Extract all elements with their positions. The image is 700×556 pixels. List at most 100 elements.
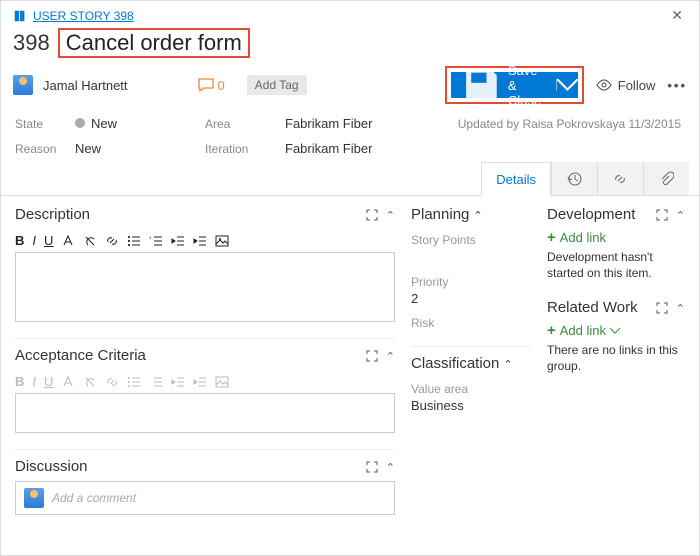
save-highlight: Save & Close <box>445 66 584 104</box>
collapse-icon[interactable] <box>386 349 395 363</box>
value-area-label: Value area <box>411 382 531 396</box>
collapse-icon[interactable] <box>676 208 685 222</box>
title-highlight: Cancel order form <box>58 28 250 58</box>
development-add-link[interactable]: + Add link <box>547 229 685 246</box>
expand-icon[interactable] <box>366 209 378 221</box>
bold-button[interactable]: B <box>15 374 24 389</box>
save-and-close-button[interactable]: Save & Close <box>451 72 578 98</box>
comment-icon <box>198 78 214 92</box>
font-color-icon[interactable] <box>61 375 75 389</box>
planning-heading[interactable]: Planning <box>411 206 531 223</box>
comments-button[interactable]: 0 <box>198 78 225 93</box>
collapse-icon[interactable] <box>676 301 685 315</box>
expand-icon[interactable] <box>366 461 378 473</box>
tab-attachments[interactable] <box>643 162 689 195</box>
attachment-icon <box>658 171 674 187</box>
underline-button[interactable]: U <box>44 233 53 248</box>
value-area-value[interactable]: Business <box>411 398 531 413</box>
outdent-icon[interactable] <box>171 375 185 389</box>
priority-label: Priority <box>411 275 531 289</box>
indent-icon[interactable] <box>193 234 207 248</box>
development-empty-text: Development hasn't started on this item. <box>547 250 685 281</box>
breadcrumb-link[interactable]: USER STORY 398 <box>33 9 134 23</box>
collapse-icon[interactable] <box>386 460 395 474</box>
description-toolbar[interactable]: B I U 1 <box>15 229 395 252</box>
save-dropdown[interactable] <box>556 79 578 92</box>
updated-by-text: Updated by Raisa Pokrovskaya 11/3/2015 <box>435 117 685 131</box>
number-list-icon[interactable] <box>149 375 163 389</box>
expand-icon[interactable] <box>656 209 668 221</box>
avatar[interactable] <box>13 75 33 95</box>
number-list-icon[interactable]: 1 <box>149 234 163 248</box>
tab-bar: Details <box>1 162 699 196</box>
state-label: State <box>15 117 75 131</box>
eye-icon <box>596 79 612 91</box>
clear-format-icon[interactable] <box>83 234 97 248</box>
font-color-icon[interactable] <box>61 234 75 248</box>
expand-icon[interactable] <box>366 350 378 362</box>
area-value[interactable]: Fabrikam Fiber <box>285 116 435 131</box>
related-work-heading: Related Work <box>547 299 638 316</box>
plus-icon: + <box>547 229 556 246</box>
svg-text:1: 1 <box>149 235 152 240</box>
story-points-label: Story Points <box>411 233 531 247</box>
reason-value[interactable]: New <box>75 141 205 156</box>
tab-history[interactable] <box>551 162 597 195</box>
development-heading: Development <box>547 206 635 223</box>
iteration-value[interactable]: Fabrikam Fiber <box>285 141 435 156</box>
workitem-id: 398 <box>13 30 50 56</box>
save-icon <box>461 65 502 106</box>
plus-icon: + <box>547 322 556 339</box>
save-label: Save & Close <box>508 63 546 108</box>
follow-button[interactable]: Follow <box>596 78 656 93</box>
close-icon[interactable]: ✕ <box>665 5 689 26</box>
image-insert-icon[interactable] <box>215 234 229 248</box>
bullet-list-icon[interactable] <box>127 234 141 248</box>
bold-button[interactable]: B <box>15 233 24 248</box>
workitem-title[interactable]: Cancel order form <box>66 30 242 56</box>
more-actions-button[interactable]: ••• <box>667 78 687 93</box>
reason-label: Reason <box>15 142 75 156</box>
indent-icon[interactable] <box>193 375 207 389</box>
related-work-empty-text: There are no links in this group. <box>547 343 685 374</box>
acceptance-toolbar[interactable]: B I U <box>15 370 395 393</box>
bullet-list-icon[interactable] <box>127 375 141 389</box>
discussion-heading: Discussion <box>15 458 88 475</box>
link-insert-icon[interactable] <box>105 375 119 389</box>
related-work-add-link[interactable]: + Add link <box>547 322 685 339</box>
outdent-icon[interactable] <box>171 234 185 248</box>
image-insert-icon[interactable] <box>215 375 229 389</box>
breadcrumb[interactable]: USER STORY 398 <box>13 9 134 23</box>
clear-format-icon[interactable] <box>83 375 97 389</box>
add-tag-button[interactable]: Add Tag <box>247 75 307 95</box>
italic-button[interactable]: I <box>32 374 36 389</box>
book-icon <box>13 9 27 23</box>
chevron-down-icon <box>557 79 578 92</box>
underline-button[interactable]: U <box>44 374 53 389</box>
assignee-name[interactable]: Jamal Hartnett <box>43 78 128 93</box>
discussion-input[interactable]: Add a comment <box>15 481 395 515</box>
collapse-icon[interactable] <box>503 355 512 372</box>
tab-details[interactable]: Details <box>481 162 551 196</box>
priority-value[interactable]: 2 <box>411 291 531 306</box>
follow-label: Follow <box>618 78 656 93</box>
avatar <box>24 488 44 508</box>
collapse-icon[interactable] <box>386 208 395 222</box>
tab-links[interactable] <box>597 162 643 195</box>
comment-count: 0 <box>218 78 225 93</box>
acceptance-heading: Acceptance Criteria <box>15 347 146 364</box>
description-editor[interactable] <box>15 252 395 322</box>
link-icon <box>612 171 628 187</box>
italic-button[interactable]: I <box>32 233 36 248</box>
chevron-down-icon <box>610 327 620 335</box>
acceptance-editor[interactable] <box>15 393 395 433</box>
link-insert-icon[interactable] <box>105 234 119 248</box>
risk-label: Risk <box>411 316 531 330</box>
collapse-icon[interactable] <box>473 206 482 223</box>
state-value[interactable]: New <box>75 116 205 131</box>
expand-icon[interactable] <box>656 302 668 314</box>
classification-heading[interactable]: Classification <box>411 355 531 372</box>
history-icon <box>566 171 582 187</box>
state-dot-icon <box>75 118 85 128</box>
iteration-label: Iteration <box>205 142 285 156</box>
